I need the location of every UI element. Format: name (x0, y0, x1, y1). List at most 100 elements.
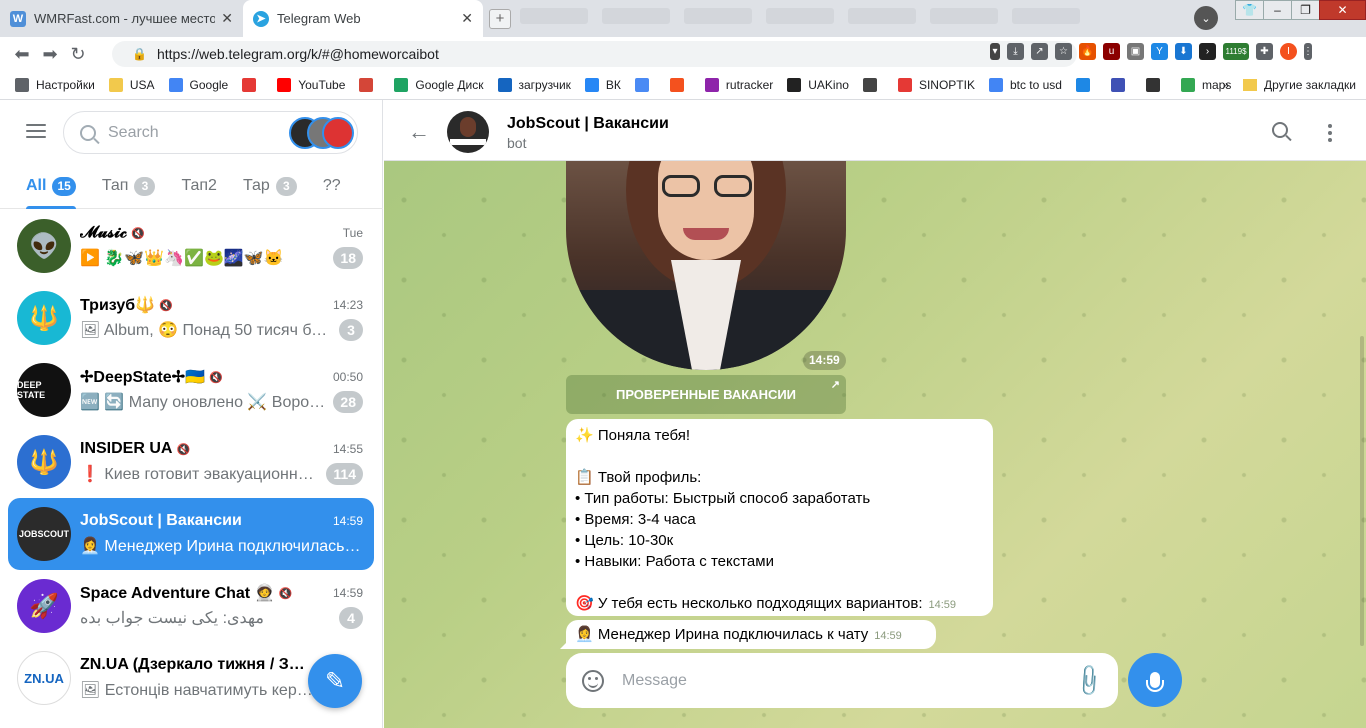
bookmark-item[interactable] (359, 78, 380, 92)
message-bubble[interactable]: 👩‍💼 Менеджер Ирина подключилась к чату 14… (566, 620, 936, 649)
folder-tab[interactable]: Тар 3 (243, 164, 297, 209)
bookmark-item[interactable] (1145, 78, 1167, 92)
tab-search-icon[interactable]: ⌄ (1194, 6, 1218, 30)
close-window-icon[interactable]: ✕ (1319, 0, 1366, 20)
bookmark-item[interactable] (862, 78, 884, 92)
url-bar[interactable]: 🔒 https://web.telegram.org/k/#@homeworca… (112, 41, 1077, 67)
star-icon[interactable]: ☆ (1055, 43, 1072, 60)
tab-placeholder[interactable] (602, 8, 670, 24)
install-icon[interactable]: ⤓ (1007, 43, 1024, 60)
bookmark-item[interactable] (242, 78, 263, 92)
bookmark-item[interactable]: ВК (584, 78, 621, 92)
other-bookmarks[interactable]: » Другие закладки (1222, 78, 1356, 92)
background-tabs (520, 8, 1080, 28)
menu-icon[interactable]: ⋮ (1303, 43, 1313, 60)
tab-placeholder[interactable] (1012, 8, 1080, 24)
bookmark-item[interactable]: Настройки (15, 78, 95, 92)
bookmark-icon (1180, 78, 1195, 92)
puzzle-icon[interactable]: ✚ (1256, 43, 1273, 60)
story-avatar[interactable] (322, 117, 354, 149)
reload-icon[interactable]: ↻ (64, 44, 92, 65)
bookmark-item[interactable]: YouTube (277, 78, 345, 92)
shirt-icon[interactable]: 👕 (1235, 0, 1264, 20)
bookmark-icon (897, 78, 912, 92)
message-input[interactable]: Message (622, 672, 1075, 690)
tab-placeholder[interactable] (684, 8, 752, 24)
chat-list-item[interactable]: 🚀 Space Adventure Chat 🧑‍🚀 🔇 14:59 مهدی: یکی… (8, 570, 374, 642)
chat-avatar: 👽 (17, 219, 71, 273)
tab-placeholder[interactable] (930, 8, 998, 24)
microphone-button[interactable] (1128, 653, 1182, 707)
ublock-icon[interactable]: u (1103, 43, 1120, 60)
menu-icon[interactable] (26, 124, 46, 142)
chat-name: Space Adventure Chat 🧑‍🚀 🔇 (80, 583, 292, 603)
chat-list-item[interactable]: 👽 𝓜𝓾𝓼𝓲𝓬 🔇 Tue ▶️ 🐉🦋👑🦄✅🐸🌌🦋🐱 18 (8, 210, 374, 282)
y-icon[interactable]: Y (1151, 43, 1168, 60)
folder-tab[interactable]: All 15 (26, 164, 76, 209)
bookmark-item[interactable]: загрузчик (497, 78, 571, 92)
bookmark-item[interactable] (669, 78, 691, 92)
chat-list-item[interactable]: 🔱 Тризуб🔱 🔇 14:23 🖼 Album, 😳 Понад 50 тисяч … (8, 282, 374, 354)
share-icon[interactable]: ↗ (1031, 43, 1048, 60)
chat-list-item[interactable]: DEEP STATE ✢DeepState✢🇺🇦 🔇 00:50 🆕 🔄 Мапу он… (8, 354, 374, 426)
scrollbar[interactable] (1360, 336, 1364, 646)
fire-icon[interactable]: 🔥 (1079, 43, 1096, 60)
chat-list-item[interactable]: 🔱 INSIDER UA 🔇 14:55 ❗ Киев готовит эвакуаци… (8, 426, 374, 498)
folder-tab[interactable]: ?? (323, 164, 341, 209)
bookmark-item[interactable] (634, 78, 656, 92)
chat-name-text: JobScout | Вакансии (80, 512, 242, 529)
bookmark-item[interactable]: USA (108, 78, 155, 92)
lock-icon: 🔒 (132, 47, 147, 61)
browser-tab-wmrfast[interactable]: W WMRFast.com - лучшее место для ✕ (0, 0, 243, 37)
chat-avatar: DEEP STATE (17, 363, 71, 417)
maximize-icon[interactable]: ❐ (1291, 0, 1320, 20)
bookmark-item[interactable] (1075, 78, 1097, 92)
folder-label: Тап (101, 177, 129, 194)
profile-avatar[interactable]: I (1280, 43, 1297, 60)
back-arrow-icon[interactable]: ⬅ (8, 44, 36, 65)
message-composer[interactable]: Message 📎 (566, 653, 1118, 708)
attach-paperclip-icon[interactable]: 📎 (1069, 662, 1107, 700)
emoji-icon[interactable] (582, 669, 604, 692)
folder-tab[interactable]: Тап 3 (102, 164, 156, 209)
dropdown-icon[interactable]: ▾ (990, 43, 1000, 60)
close-tab-icon[interactable]: ✕ (461, 10, 473, 27)
message-bubble[interactable]: ✨ Поняла тебя! 📋 Твой профиль: • Тип раб… (566, 419, 993, 616)
download-icon[interactable]: ⬇ (1175, 43, 1192, 60)
new-tab-button[interactable]: + (489, 9, 511, 29)
tab-placeholder[interactable] (766, 8, 834, 24)
chat-list-item[interactable]: JOBSCOUT JobScout | Вакансии 14:59 👩‍💼 Мене… (8, 498, 374, 570)
search-placeholder: Search (108, 123, 159, 141)
money-icon[interactable]: 1119$ (1223, 43, 1249, 60)
briefcase-icon[interactable]: ▣ (1127, 43, 1144, 60)
more-bookmarks-chevron[interactable]: » (1222, 78, 1229, 92)
forward-arrow-icon[interactable]: ➡ (36, 44, 64, 65)
close-tab-icon[interactable]: ✕ (221, 10, 233, 27)
tab-placeholder[interactable] (520, 8, 588, 24)
browser-tab-telegram[interactable]: ➤ Telegram Web ✕ (243, 0, 483, 37)
bookmark-item[interactable]: UAKino (787, 78, 849, 92)
bookmark-item[interactable]: rutracker (704, 78, 773, 92)
tab-placeholder[interactable] (848, 8, 916, 24)
muted-icon: 🔇 (278, 587, 293, 600)
bookmark-item[interactable] (1110, 78, 1132, 92)
compose-pencil-icon[interactable]: ✎ (308, 654, 362, 708)
bookmark-item[interactable]: Google Диск (394, 78, 484, 92)
bookmark-item[interactable]: SINOPTIK (897, 78, 975, 92)
minimize-icon[interactable]: – (1263, 0, 1292, 20)
chat-name-text: ✢DeepState✢🇺🇦 (80, 369, 205, 386)
search-icon[interactable] (1272, 122, 1288, 138)
back-arrow-icon[interactable]: ← (408, 119, 430, 145)
chat-title[interactable]: JobScout | Вакансии (507, 115, 669, 133)
more-options-icon[interactable] (1328, 124, 1332, 145)
chat-avatar: 🔱 (17, 291, 71, 345)
verified-jobs-button[interactable]: ПРОВЕРЕННЫЕ ВАКАНСИИ ↗ (566, 375, 846, 414)
terminal-icon[interactable]: › (1199, 43, 1216, 60)
bookmark-label: UAKino (808, 78, 849, 92)
bookmark-item[interactable]: btc to usd (988, 78, 1062, 92)
chat-header-avatar[interactable] (447, 111, 489, 153)
folder-tab[interactable]: Тап2 (181, 164, 217, 209)
chat-name: 𝓜𝓾𝓼𝓲𝓬 🔇 (80, 224, 145, 242)
bookmark-icon (704, 78, 719, 92)
bookmark-item[interactable]: Google (168, 78, 228, 92)
